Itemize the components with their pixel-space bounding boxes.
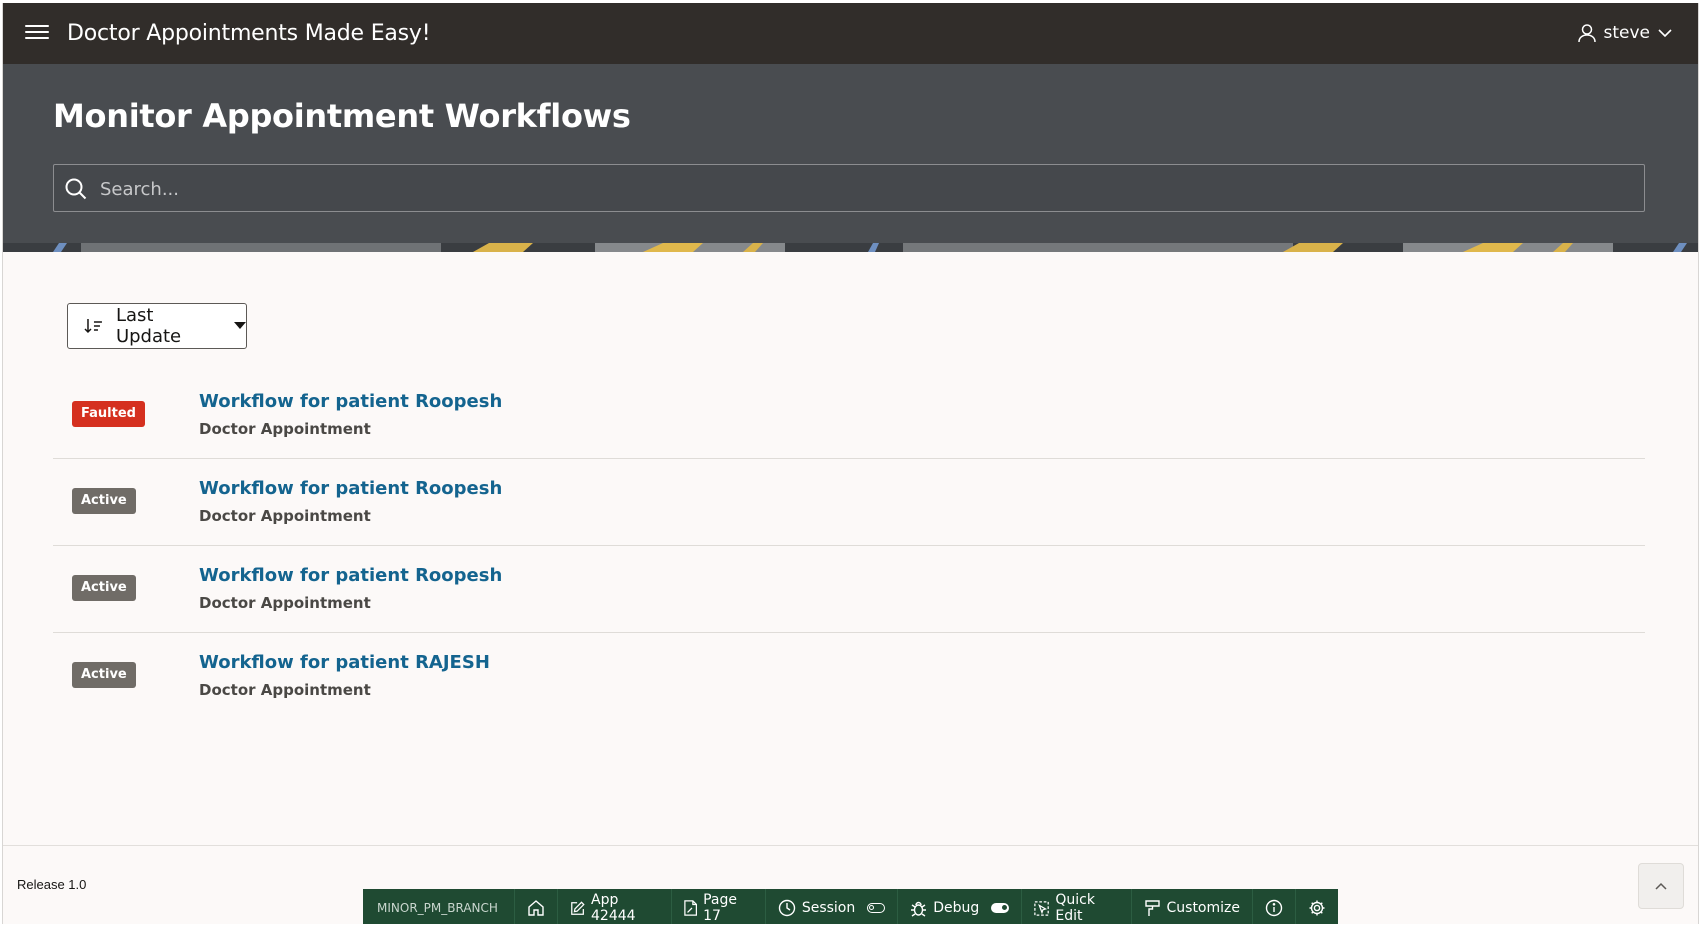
info-button[interactable]	[1253, 889, 1296, 924]
list-item: Faulted Workflow for patient Roopesh Doc…	[53, 372, 1645, 459]
menu-icon[interactable]	[23, 21, 51, 47]
debug-toggle[interactable]	[991, 903, 1010, 913]
session-label: Session	[801, 900, 856, 916]
chevron-up-icon	[1655, 882, 1667, 890]
workflow-link[interactable]: Workflow for patient RAJESH	[199, 652, 490, 673]
workflow-subtitle: Doctor Appointment	[199, 594, 371, 612]
page-title: Monitor Appointment Workflows	[53, 97, 631, 135]
search-icon	[65, 178, 87, 200]
sort-dropdown[interactable]: Last Update	[67, 303, 247, 349]
quick-edit-label: Quick Edit	[1055, 892, 1095, 924]
quick-edit-button[interactable]: Quick Edit	[1022, 889, 1132, 924]
debug-label: Debug	[933, 900, 980, 916]
list-item: Active Workflow for patient Roopesh Doct…	[53, 546, 1645, 633]
paint-icon	[1144, 900, 1160, 916]
quick-edit-icon	[1034, 900, 1050, 916]
session-button[interactable]: Session	[766, 889, 899, 924]
app-label: App 42444	[591, 892, 636, 924]
status-badge: Active	[72, 662, 136, 688]
search-input[interactable]	[98, 173, 1632, 205]
app-frame: Doctor Appointments Made Easy! steve Mon…	[2, 3, 1699, 924]
page-button[interactable]: Page 17	[672, 889, 766, 924]
session-toggle[interactable]	[867, 903, 886, 913]
search-field[interactable]	[53, 164, 1645, 212]
back-to-top-button[interactable]	[1638, 863, 1684, 909]
list-item: Active Workflow for patient RAJESH Docto…	[53, 633, 1645, 719]
customize-button[interactable]: Customize	[1132, 889, 1253, 924]
developer-toolbar: MINOR_PM_BRANCH App 42444 Page 17 Sessio…	[363, 889, 1338, 924]
branch-label: MINOR_PM_BRANCH	[363, 889, 515, 924]
status-badge: Active	[72, 575, 136, 601]
status-badge: Faulted	[72, 401, 145, 427]
home-button[interactable]	[515, 889, 558, 924]
workflow-subtitle: Doctor Appointment	[199, 420, 371, 438]
user-icon	[1578, 24, 1597, 43]
clock-icon	[778, 899, 796, 917]
caret-down-icon	[234, 322, 246, 329]
user-menu[interactable]: steve	[1577, 23, 1672, 43]
user-name: steve	[1603, 23, 1650, 43]
header-bar: Doctor Appointments Made Easy! steve	[3, 3, 1698, 64]
workflow-link[interactable]: Workflow for patient Roopesh	[199, 391, 502, 412]
chevron-down-icon	[1658, 28, 1672, 37]
edit-icon	[571, 900, 585, 915]
workflow-link[interactable]: Workflow for patient Roopesh	[199, 478, 502, 499]
app-button[interactable]: App 42444	[558, 889, 672, 924]
workflow-subtitle: Doctor Appointment	[199, 507, 371, 525]
page-label: Page 17	[703, 892, 737, 924]
list-item: Active Workflow for patient Roopesh Doct…	[53, 459, 1645, 546]
app-title[interactable]: Doctor Appointments Made Easy!	[67, 21, 431, 46]
sort-label: Last Update	[115, 305, 182, 347]
page-icon	[684, 900, 697, 916]
workflow-list: Faulted Workflow for patient Roopesh Doc…	[53, 372, 1645, 719]
bug-icon	[911, 901, 927, 917]
gear-icon	[1309, 900, 1325, 916]
status-badge: Active	[72, 488, 136, 514]
customize-label: Customize	[1166, 900, 1241, 916]
info-icon	[1265, 899, 1283, 917]
release-label: Release 1.0	[17, 877, 87, 892]
hero-region: Monitor Appointment Workflows	[3, 64, 1698, 252]
hero-decoration	[3, 243, 1698, 252]
settings-button[interactable]	[1296, 889, 1338, 924]
home-icon	[528, 900, 544, 916]
workflow-link[interactable]: Workflow for patient Roopesh	[199, 565, 502, 586]
sort-icon	[84, 319, 102, 334]
workflow-subtitle: Doctor Appointment	[199, 681, 371, 699]
debug-button[interactable]: Debug	[898, 889, 1023, 924]
footer-divider	[3, 845, 1698, 846]
